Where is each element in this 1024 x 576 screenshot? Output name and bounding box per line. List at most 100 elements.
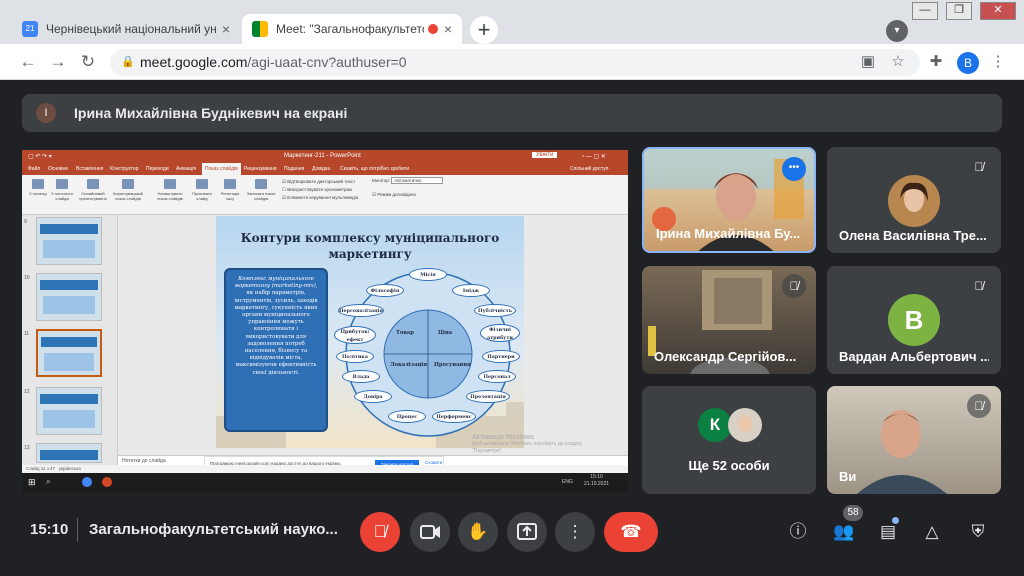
ring-item: Перформенс xyxy=(432,410,476,423)
more-vert-icon: ⋮ xyxy=(566,522,584,541)
slide-thumbnail[interactable] xyxy=(36,217,102,265)
minimize-button[interactable]: — xyxy=(912,2,938,20)
forward-icon[interactable]: → xyxy=(46,50,70,74)
ribbon-from-current[interactable]: З поточного слайда xyxy=(50,179,74,201)
ppt-titlebar: ▢ ↶ ↷ ▾ Маркетинг-211 - PowerPoint Увійт… xyxy=(22,150,628,163)
ribbon-checkboxes[interactable]: ☑ Відтворювати дикторський текст ☐ Викор… xyxy=(282,178,358,202)
ring-item: Прибуток/ ефект xyxy=(334,326,376,344)
chrome-taskbar-icon[interactable] xyxy=(82,477,92,487)
ribbon-hide-slide[interactable]: Приховати слайд xyxy=(190,179,214,201)
more-participants-tile[interactable]: К Ще 52 особи xyxy=(642,386,816,494)
close-window-button[interactable]: ✕ xyxy=(980,2,1016,20)
ppt-signin[interactable]: Увійти xyxy=(532,152,558,158)
slide-thumbnail[interactable] xyxy=(36,273,102,321)
back-icon[interactable]: ← xyxy=(16,50,40,74)
participant-avatar: B xyxy=(888,294,940,346)
participant-tile-presenter[interactable]: ••• Ірина Михайлівна Бу... xyxy=(642,147,816,253)
camera-in-use-icon[interactable]: ▣ xyxy=(858,52,878,72)
powerpoint-taskbar-icon[interactable] xyxy=(102,477,112,487)
people-icon[interactable]: 👥 xyxy=(830,518,858,546)
ppt-menu-animation[interactable]: Анімація xyxy=(176,166,196,172)
search-icon[interactable]: ⌕ xyxy=(46,477,50,487)
shared-screen[interactable]: ▢ ↶ ↷ ▾ Маркетинг-211 - PowerPoint Увійт… xyxy=(22,150,628,492)
ribbon-setup-show[interactable]: Налаштувати показ слайдів xyxy=(154,179,186,201)
url-text[interactable]: meet.google.com/agi-uaat-cnv?authuser=0 xyxy=(140,54,407,70)
meeting-title: Загальнофакультетський науко... xyxy=(89,521,338,538)
ring-item: Публічність xyxy=(474,304,516,317)
ribbon-record[interactable]: Записати показ слайдів xyxy=(246,179,276,201)
windows-start-icon[interactable]: ⊞ xyxy=(28,477,36,488)
lock-icon[interactable]: 🔒 xyxy=(121,55,135,69)
bookmark-star-icon[interactable]: ☆ xyxy=(888,52,908,72)
core-product: Товар xyxy=(396,330,414,336)
ring-item: Місія xyxy=(409,268,447,281)
windows-activation-watermark: Активація Windows Щоб активувати Windows… xyxy=(472,434,583,454)
ribbon-custom-show[interactable]: Користувацький показ слайдів xyxy=(112,179,144,201)
taskbar-lang[interactable]: ENG xyxy=(562,479,573,485)
more-options-button[interactable]: ⋮ xyxy=(555,512,595,552)
ppt-menu-review[interactable]: Рецензування xyxy=(244,166,277,172)
activities-icon[interactable]: △ xyxy=(918,518,946,546)
tab-university[interactable]: 21 Чернівецький національний уні × xyxy=(12,14,240,44)
tab-search-icon[interactable]: ▾ xyxy=(886,20,908,42)
close-tab-icon[interactable]: × xyxy=(222,21,230,37)
ppt-menu-help[interactable]: Довідка xyxy=(312,166,330,172)
ring-item: Фізичні атрибути xyxy=(480,324,520,342)
ppt-menu-transitions[interactable]: Переходи xyxy=(146,166,169,172)
ppt-menu-slideshow[interactable]: Показ слайдів xyxy=(202,163,241,175)
taskbar-clock[interactable]: 15:10 21.10.2021 xyxy=(584,474,609,488)
core-promotion: Просування xyxy=(434,362,471,368)
ribbon-online[interactable]: Онлайновий презентування xyxy=(78,179,108,201)
leave-call-button[interactable]: ☎ xyxy=(604,512,658,552)
ribbon-rehearse[interactable]: Репетиція часу xyxy=(218,179,242,201)
participant-tile[interactable]: 🎙̸ B Вардан Альбертович ... xyxy=(827,266,1001,374)
raise-hand-button[interactable]: ✋ xyxy=(458,512,498,552)
reload-icon[interactable]: ↻ xyxy=(76,50,100,74)
kebab-menu-icon[interactable]: ⋮ xyxy=(988,52,1008,72)
ppt-window-title: Маркетинг-211 - PowerPoint xyxy=(284,153,361,159)
ribbon-presenter-view[interactable]: ☑ Режим доповідача xyxy=(372,192,416,198)
ribbon-monitor[interactable]: Монітор: Автоматично xyxy=(372,177,443,184)
ppt-menu-design[interactable]: Конструктор xyxy=(110,166,139,172)
ppt-tell-me[interactable]: Скажіть, що потрібно зробити xyxy=(340,166,409,172)
host-controls-icon[interactable]: ⛨ xyxy=(964,518,992,546)
slide[interactable]: Контури комплексу муніципального маркети… xyxy=(216,216,524,448)
tab-meet[interactable]: Meet: "Загальнофакультетсь × xyxy=(242,14,462,44)
ppt-menu-view[interactable]: Подання xyxy=(284,166,304,172)
participant-name: Олександр Сергійов... xyxy=(654,349,797,364)
present-screen-button[interactable] xyxy=(507,512,547,552)
ppt-menu: Файл Основне Вставлення Конструктор Пере… xyxy=(22,163,628,175)
ppt-quickaccess-icons[interactable]: ▢ ↶ ↷ ▾ xyxy=(28,153,52,160)
participant-tile[interactable]: 🎙̸ Олександр Сергійов... xyxy=(642,266,816,374)
close-tab-icon[interactable]: × xyxy=(444,21,452,37)
self-view-tile[interactable]: 🎙̸ Ви xyxy=(827,386,1001,494)
maximize-button[interactable]: ❐ xyxy=(946,2,972,20)
slide-thumbnail[interactable] xyxy=(36,443,102,463)
marketing-mix-wheel: Товар Ціна Локалізація Просування Місія … xyxy=(334,264,522,444)
meeting-info-icon[interactable]: ⓘ xyxy=(784,518,812,546)
ppt-menu-file[interactable]: Файл xyxy=(28,166,40,172)
mic-off-icon: 🎙̸ xyxy=(373,522,387,541)
camera-toggle-button[interactable] xyxy=(410,512,450,552)
participant-name: Ви xyxy=(839,469,857,484)
meeting-clock: 15:10 xyxy=(30,521,69,538)
participant-avatar: К xyxy=(698,408,732,442)
participant-tile[interactable]: 🎙̸ Олена Василівна Тре... xyxy=(827,147,1001,253)
slide-thumbnail[interactable] xyxy=(36,387,102,435)
profile-avatar[interactable]: B xyxy=(957,52,979,74)
ppt-share[interactable]: Спільний доступ xyxy=(570,166,608,172)
ppt-menu-home[interactable]: Основне xyxy=(48,166,68,172)
ppt-menu-insert[interactable]: Вставлення xyxy=(76,166,103,172)
ring-item: Довіра xyxy=(354,390,392,403)
more-options-button[interactable]: ••• xyxy=(782,157,806,181)
extensions-puzzle-icon[interactable]: ✚ xyxy=(926,52,946,72)
windows-taskbar: ⊞ ⌕ ENG 15:10 21.10.2021 xyxy=(22,473,628,492)
ppt-window-controls[interactable]: ▫ — ▢ ✕ xyxy=(582,153,606,160)
ribbon-from-start[interactable]: З початку xyxy=(26,179,50,201)
slide-thumbnail-selected[interactable] xyxy=(36,329,102,377)
ring-item: Влада xyxy=(342,370,380,383)
new-tab-button[interactable]: + xyxy=(470,16,498,44)
mic-toggle-button[interactable]: 🎙̸ xyxy=(360,512,400,552)
recording-dot-icon xyxy=(427,24,438,34)
ring-item: Партнери xyxy=(482,350,520,363)
